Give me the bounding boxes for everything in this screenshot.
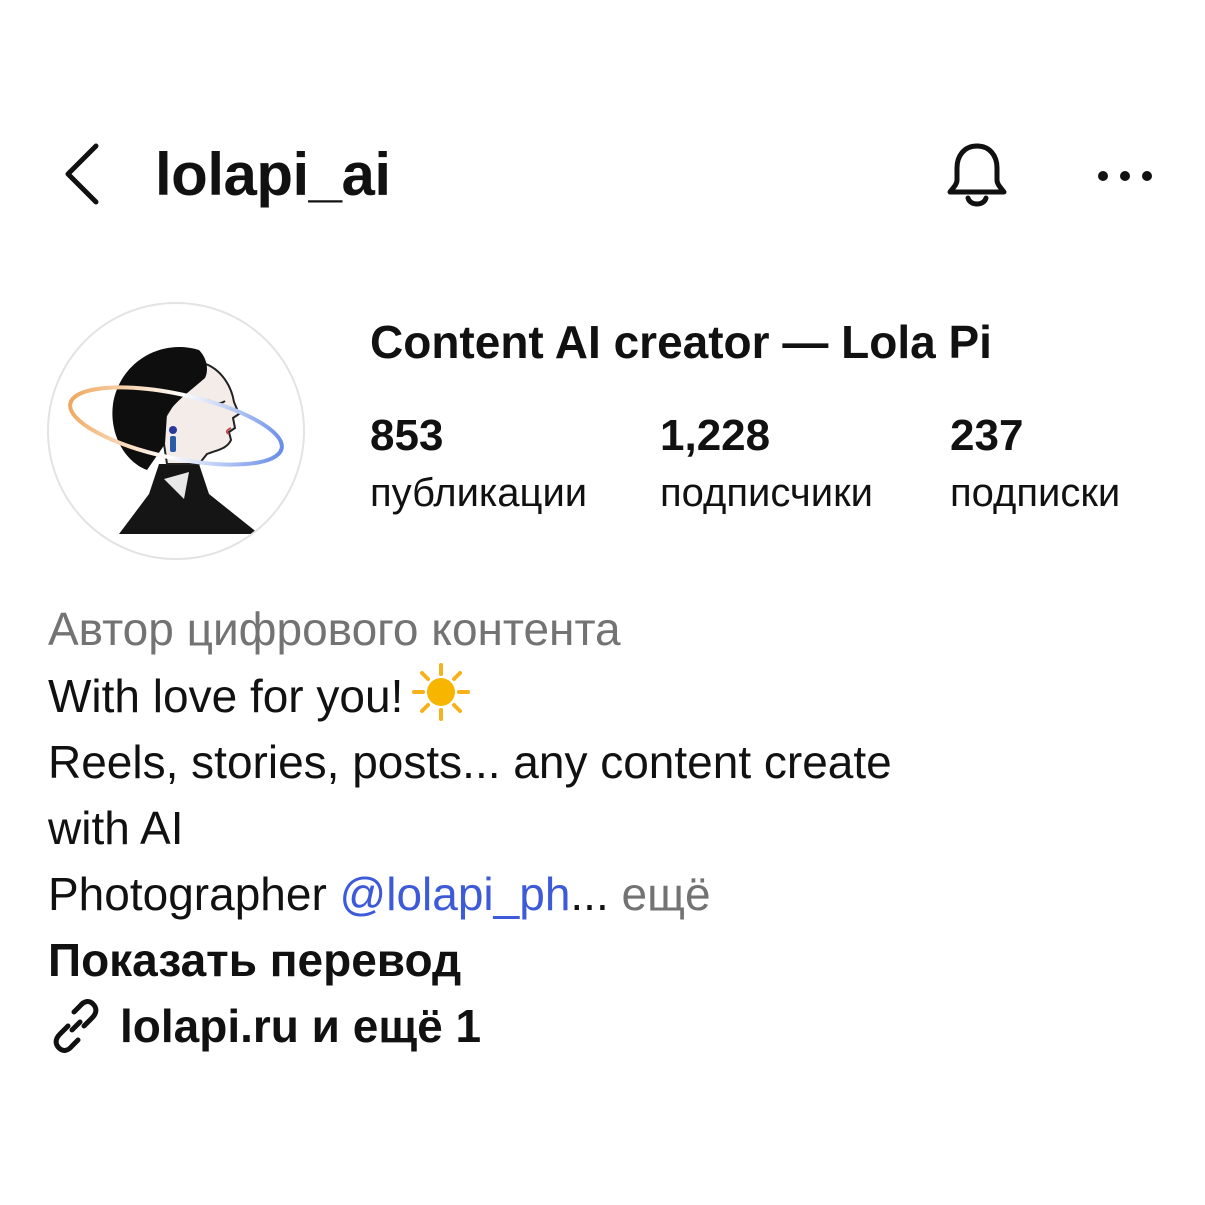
following-label: подписки [950,471,1121,515]
profile-category: Автор цифрового контента [48,603,621,655]
bio-line: Photographer @lolapi_ph... ещё [48,861,1168,927]
profile-username: lolapi_ai [155,141,391,208]
more-options-button[interactable] [1085,134,1165,218]
show-translation-button[interactable]: Показать перевод [48,927,1168,993]
posts-label: публикации [370,471,588,515]
following-count-stat[interactable]: 237 подписки [950,408,1120,522]
sun-emoji-icon [412,663,471,721]
top-bar: lolapi_ai [0,130,1205,220]
link-text: lolapi.ru и ещё 1 [120,1000,482,1052]
posts-count: 853 [370,411,444,460]
back-button[interactable] [52,138,112,210]
profile-display-name: Content AI creator — Lola Pi [370,316,992,368]
bell-icon [947,143,1007,207]
link-icon [48,998,104,1054]
followers-label: подписчики [660,471,873,515]
notifications-button[interactable] [935,134,1019,218]
bio-more-button[interactable]: ещё [609,868,711,920]
profile-bio: Автор цифрового контента With love for y… [48,596,1168,1059]
more-horizontal-icon [1098,171,1152,181]
bio-line: With love for you! [48,662,1168,729]
avatar-illustration [68,347,284,534]
bio-line: with AI [48,802,184,854]
bio-line: Reels, stories, posts... any content cre… [48,736,892,788]
following-count: 237 [950,411,1024,460]
profile-links[interactable]: lolapi.ru и ещё 1 [48,993,1168,1059]
bio-line-text: With love for you! [48,670,404,722]
chevron-left-icon [65,143,99,205]
posts-count-stat[interactable]: 853 публикации [370,408,587,522]
bio-ellipsis: ... [570,868,609,920]
followers-count-stat[interactable]: 1,228 подписчики [660,408,873,522]
bio-prefix: Photographer [48,868,340,920]
mention-link[interactable]: @lolapi_ph [340,868,571,920]
followers-count: 1,228 [660,411,771,460]
profile-avatar[interactable] [47,302,305,560]
